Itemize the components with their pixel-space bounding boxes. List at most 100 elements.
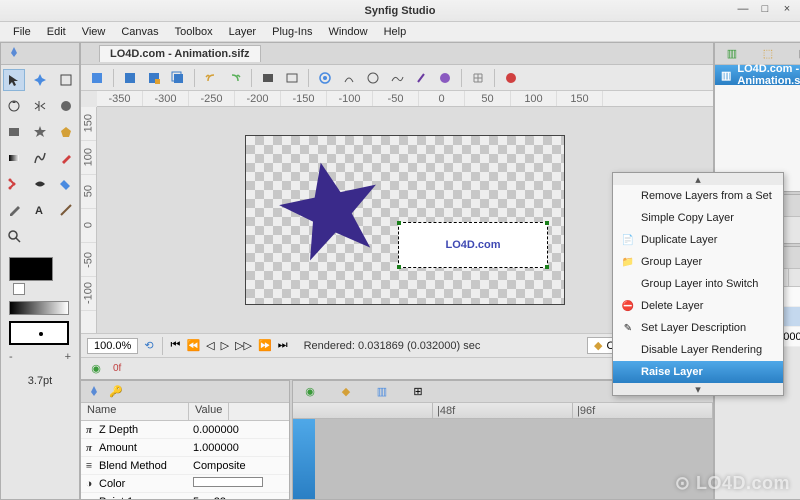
zoom-level[interactable]: 100.0%	[87, 338, 138, 354]
maximize-button[interactable]: □	[758, 2, 772, 16]
toolbox-tab-icon[interactable]	[5, 45, 23, 63]
document-tab[interactable]: LO4D.com - Animation.sifz	[99, 45, 261, 62]
param-row[interactable]: πAmount1.000000	[81, 439, 289, 457]
text-layer[interactable]: LO4D.com	[398, 222, 548, 268]
menu-help[interactable]: Help	[377, 24, 414, 40]
ctx-duplicate-layer[interactable]: 📄Duplicate Layer	[613, 229, 783, 251]
render-status: Rendered: 0.031869 (0.032000) sec	[304, 340, 481, 352]
save-canvas-button[interactable]	[120, 68, 140, 88]
timeline-icon-2[interactable]: ◆	[339, 385, 353, 399]
context-menu-scroll-up[interactable]: ▴	[613, 173, 783, 185]
timeline-icon-1[interactable]: ◉	[303, 385, 317, 399]
ctx-delete-layer[interactable]: ⛔Delete Layer	[613, 295, 783, 317]
skeleton-button[interactable]	[411, 68, 431, 88]
transport-first-button[interactable]: ⏮	[171, 339, 181, 352]
save-as-button[interactable]	[144, 68, 164, 88]
timeline-icon-3[interactable]: ▥	[375, 385, 389, 399]
frame-field[interactable]: 0f	[113, 363, 121, 374]
transport-play-button[interactable]: ▷	[221, 339, 229, 352]
ctx-group-into-switch[interactable]: Group Layer into Switch	[613, 273, 783, 295]
tool-draw[interactable]	[55, 147, 77, 169]
transport-last-button[interactable]: ⏭	[278, 339, 288, 352]
snap-grid-button[interactable]	[435, 68, 455, 88]
tool-sketch[interactable]	[55, 199, 77, 221]
stroke-decrease[interactable]: -	[9, 351, 13, 363]
param-row[interactable]: ◑Color	[81, 475, 289, 493]
tool-zoom[interactable]	[3, 225, 25, 247]
canvas-toolbar	[81, 65, 713, 91]
tool-transform[interactable]	[3, 69, 25, 91]
timeline-ruler[interactable]: |48f|96f	[293, 403, 713, 419]
foreground-color-swatch[interactable]	[9, 257, 53, 281]
ctx-remove-from-set[interactable]: Remove Layers from a Set	[613, 185, 783, 207]
transport-prev-button[interactable]: ◁	[206, 339, 214, 352]
tool-rotate[interactable]	[3, 95, 25, 117]
transport-prevkey-button[interactable]: ⏪	[186, 339, 200, 352]
menu-window[interactable]: Window	[321, 24, 374, 40]
tool-spline[interactable]	[29, 147, 51, 169]
close-button[interactable]: ×	[780, 2, 794, 16]
params-header-name: Name	[81, 403, 189, 420]
background-button[interactable]	[387, 68, 407, 88]
tool-circle[interactable]	[55, 95, 77, 117]
ctx-set-description[interactable]: ✎Set Layer Description	[613, 317, 783, 339]
tool-polygon[interactable]	[55, 121, 77, 143]
frame-toggle-button[interactable]: ⟲	[144, 339, 153, 352]
tool-text[interactable]: A	[29, 199, 51, 221]
transport-next-button[interactable]: ▷▷	[235, 339, 252, 352]
tool-smooth-move[interactable]	[29, 69, 51, 91]
save-all-button[interactable]	[168, 68, 188, 88]
tool-scale[interactable]	[55, 69, 77, 91]
menu-plugins[interactable]: Plug-Ins	[265, 24, 319, 40]
tool-gradient[interactable]	[3, 147, 25, 169]
context-menu-scroll-down[interactable]: ▾	[613, 383, 783, 395]
status-icon-green[interactable]: ◉	[89, 362, 103, 376]
params-tab-icon[interactable]	[87, 385, 101, 399]
canvas-browser-item[interactable]: ▥ LO4D.com - Animation.sifz	[715, 65, 800, 85]
minimize-button[interactable]: —	[736, 2, 750, 16]
background-color-swatch[interactable]	[13, 283, 25, 295]
menu-canvas[interactable]: Canvas	[114, 24, 165, 40]
tool-fill[interactable]	[55, 173, 77, 195]
tool-width[interactable]	[29, 173, 51, 195]
param-row[interactable]: ≡Blend MethodComposite	[81, 457, 289, 475]
menu-edit[interactable]: Edit	[40, 24, 73, 40]
param-row[interactable]: πZ Depth0.000000	[81, 421, 289, 439]
menu-layer[interactable]: Layer	[222, 24, 264, 40]
params-panel: 🔑 Name Value πZ Depth0.000000 πAmount1.0…	[80, 380, 290, 500]
onion-future-button[interactable]	[315, 68, 335, 88]
transport-nextkey-button[interactable]: ⏩	[258, 339, 272, 352]
show-grid-button[interactable]	[468, 68, 488, 88]
timeline-icon-4[interactable]: ⊞	[411, 385, 425, 399]
tool-star[interactable]	[29, 121, 51, 143]
keyframes-tab-icon[interactable]: 🔑	[109, 385, 123, 399]
tool-mirror[interactable]	[29, 95, 51, 117]
gradient-swatch[interactable]	[9, 301, 69, 315]
redo-button[interactable]	[225, 68, 245, 88]
nav-tab-1-icon[interactable]: ▥	[725, 47, 739, 61]
onion-past-button[interactable]	[339, 68, 359, 88]
toolbox-panel: A - + 3.7pt	[0, 42, 80, 500]
menu-toolbox[interactable]: Toolbox	[168, 24, 220, 40]
nav-tab-2-icon[interactable]: ⬚	[761, 47, 775, 61]
tool-cutout[interactable]	[3, 173, 25, 195]
tool-eyedrop[interactable]	[3, 199, 25, 221]
param-row[interactable]: •Point 15px,23px	[81, 493, 289, 499]
save-button[interactable]	[87, 68, 107, 88]
menu-file[interactable]: File	[6, 24, 38, 40]
onion-skin-button[interactable]	[363, 68, 383, 88]
preview-button[interactable]	[282, 68, 302, 88]
ctx-group-layer[interactable]: 📁Group Layer	[613, 251, 783, 273]
undo-button[interactable]	[201, 68, 221, 88]
menu-view[interactable]: View	[75, 24, 113, 40]
animate-mode-button[interactable]	[501, 68, 521, 88]
star-shape[interactable]	[276, 156, 386, 266]
timeline-track-area[interactable]	[293, 419, 713, 499]
ctx-simple-copy[interactable]: Simple Copy Layer	[613, 207, 783, 229]
ctx-raise-layer[interactable]: Raise Layer	[613, 361, 783, 383]
tool-rectangle[interactable]	[3, 121, 25, 143]
stroke-increase[interactable]: +	[65, 351, 71, 363]
ctx-disable-rendering[interactable]: Disable Layer Rendering	[613, 339, 783, 361]
render-button[interactable]	[258, 68, 278, 88]
outline-preview[interactable]	[9, 321, 69, 345]
